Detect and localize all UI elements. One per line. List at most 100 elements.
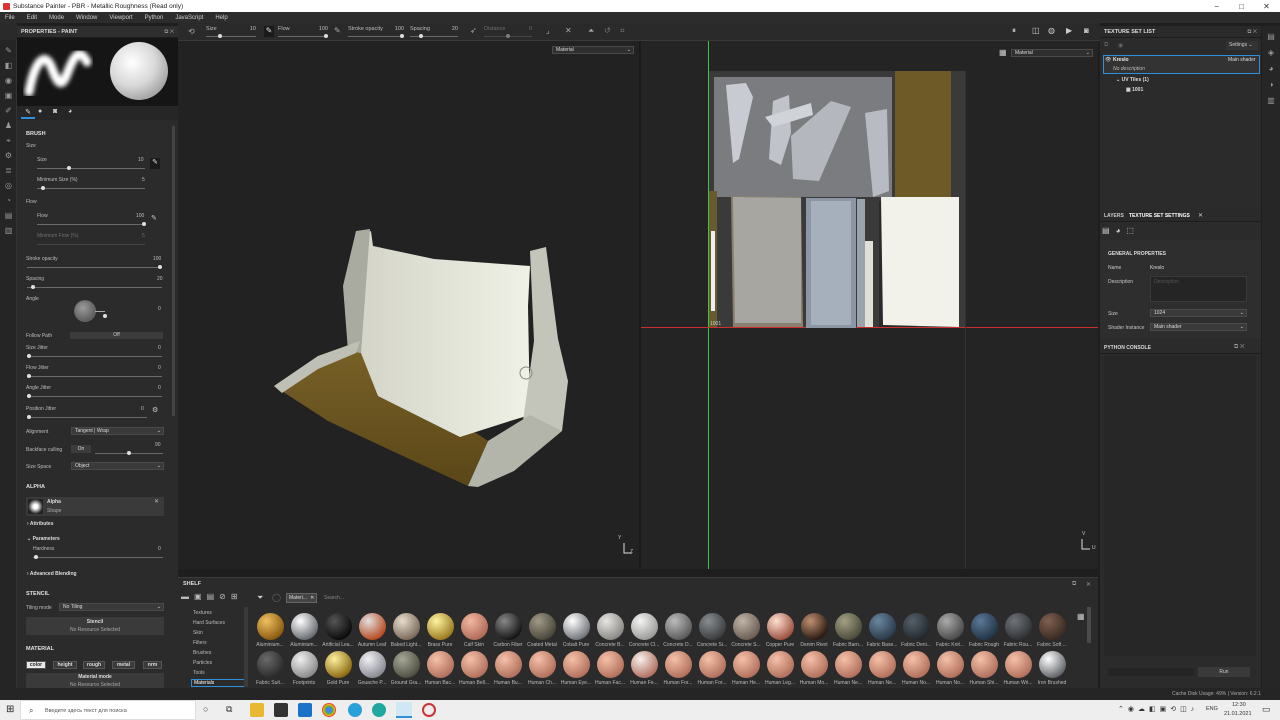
lazy-mouse-icon[interactable]: ➶ bbox=[470, 26, 477, 35]
store-icon[interactable] bbox=[274, 703, 288, 717]
pressure-size-icon[interactable]: ✎ bbox=[264, 26, 274, 37]
flow-pressure-icon[interactable]: ✎ bbox=[151, 214, 157, 222]
material-mode-slot[interactable]: Material mode No Resource Selected bbox=[26, 673, 164, 688]
close-button[interactable]: ✕ bbox=[1254, 0, 1279, 12]
material-thumbnail[interactable] bbox=[495, 651, 522, 678]
size-slider[interactable] bbox=[37, 168, 145, 169]
channel-rough-button[interactable]: rough bbox=[83, 661, 105, 669]
toolbar-flow-slider[interactable]: Flow 100 bbox=[278, 26, 328, 39]
description-field[interactable]: Description bbox=[1150, 276, 1247, 302]
visibility-icon[interactable]: ◉ bbox=[1118, 42, 1123, 49]
projection-tool-icon[interactable]: ◉ bbox=[4, 76, 13, 85]
stroke-opacity-slider[interactable] bbox=[27, 267, 162, 268]
pen-pressure-icon[interactable]: ✎ bbox=[150, 158, 160, 169]
minimize-button[interactable]: − bbox=[1204, 0, 1229, 12]
random-seed-icon[interactable]: ⚙ bbox=[152, 406, 158, 414]
backface-toggle[interactable]: On bbox=[71, 445, 91, 453]
menu-edit[interactable]: Edit bbox=[22, 15, 44, 21]
material-thumbnail[interactable] bbox=[291, 651, 318, 678]
view-mode-icon[interactable]: ◫ bbox=[1032, 26, 1040, 35]
material-thumbnail[interactable] bbox=[597, 613, 624, 640]
uv-tile-row[interactable]: ▦ 1001 bbox=[1126, 87, 1143, 93]
eye-icon[interactable]: 👁 bbox=[1105, 57, 1111, 63]
material-thumbnail[interactable] bbox=[869, 613, 896, 640]
backface-knob[interactable] bbox=[127, 451, 131, 455]
channel-nrm-button[interactable]: nrm bbox=[143, 661, 162, 669]
clock-time[interactable]: 12:30 bbox=[1232, 702, 1246, 708]
material-thumbnail[interactable] bbox=[427, 613, 454, 640]
material-thumbnail[interactable] bbox=[767, 651, 794, 678]
settings-icon[interactable]: ⚙ bbox=[4, 151, 13, 160]
material-thumbnail[interactable] bbox=[427, 651, 454, 678]
menu-python[interactable]: Python bbox=[140, 15, 171, 21]
smudge-tool-icon[interactable]: ✐ bbox=[4, 106, 13, 115]
material-thumbnail[interactable] bbox=[529, 651, 556, 678]
eraser-tool-icon[interactable]: ◧ bbox=[4, 61, 13, 70]
telegram-icon[interactable] bbox=[348, 703, 362, 717]
material-thumbnail[interactable] bbox=[325, 613, 352, 640]
pressure-flow-icon[interactable]: ✎ bbox=[334, 26, 341, 35]
task-view-icon[interactable]: ⧉ bbox=[226, 704, 232, 715]
hardness-knob[interactable] bbox=[34, 555, 38, 559]
mail-icon[interactable] bbox=[298, 703, 312, 717]
mesh-icon[interactable]: ⬚ bbox=[1126, 226, 1140, 235]
toolbar-size-slider[interactable]: Size 10 bbox=[206, 26, 256, 39]
attributes-toggle[interactable]: › Attributes bbox=[27, 521, 54, 527]
material-thumbnail[interactable] bbox=[529, 613, 556, 640]
stencil-tab-icon[interactable]: ◕ bbox=[68, 108, 72, 115]
texture-set-kreslo[interactable]: 👁 Kreslo Main shader No description bbox=[1103, 55, 1260, 74]
material-thumbnail[interactable] bbox=[563, 613, 590, 640]
material-thumbnail[interactable] bbox=[393, 613, 420, 640]
export-icon[interactable]: ▥ bbox=[4, 226, 13, 235]
spacing-slider[interactable] bbox=[27, 287, 162, 288]
viewport-3d[interactable]: Material ⌄ Y Z bbox=[178, 41, 639, 569]
display-icon[interactable]: ◕ bbox=[1266, 64, 1276, 74]
material-thumbnail[interactable] bbox=[393, 651, 420, 678]
menu-file[interactable]: File bbox=[0, 15, 22, 21]
uv-tiles-row[interactable]: ⌄ UV Tiles (1) bbox=[1116, 77, 1149, 83]
notifications-icon[interactable]: ▭ bbox=[1262, 704, 1271, 715]
flow-jitter-slider[interactable] bbox=[27, 376, 162, 377]
channel-metal-button[interactable]: metal bbox=[112, 661, 135, 669]
flow-slider[interactable] bbox=[37, 224, 145, 225]
mirror-x-icon[interactable]: ✕ bbox=[565, 26, 572, 35]
channel-height-button[interactable]: height bbox=[53, 661, 77, 669]
paint-tool-icon[interactable]: ✎ bbox=[4, 46, 13, 55]
material-thumbnail[interactable] bbox=[1039, 651, 1066, 678]
slider-knob[interactable] bbox=[218, 34, 222, 38]
material-thumbnail[interactable] bbox=[937, 613, 964, 640]
alpha-slot[interactable]: Alpha Shape ✕ bbox=[26, 497, 164, 516]
log-icon[interactable]: ▥ bbox=[1266, 96, 1276, 106]
system-tray-icons[interactable]: ⌃◉☁◧▣⟲◫♪ bbox=[1118, 705, 1198, 713]
toolbar-spacing-slider[interactable]: Spacing 20 bbox=[410, 26, 458, 39]
layers-icon[interactable]: ◈ bbox=[1266, 48, 1276, 58]
material-thumbnail[interactable] bbox=[1005, 651, 1032, 678]
material-thumbnail[interactable] bbox=[1005, 613, 1032, 640]
panel-controls-icon[interactable]: ⧉ ✕ bbox=[1234, 344, 1245, 351]
layers-panel-icon[interactable]: ≣ bbox=[4, 166, 13, 175]
material-thumbnail[interactable] bbox=[835, 651, 862, 678]
tab-close-icon[interactable]: ✕ bbox=[1198, 212, 1203, 219]
clone-tool-icon[interactable]: ♟ bbox=[4, 121, 13, 130]
angle-dial[interactable] bbox=[74, 300, 96, 322]
material-thumbnail[interactable] bbox=[937, 651, 964, 678]
menu-mode[interactable]: Mode bbox=[44, 15, 71, 21]
baking-icon[interactable]: ▤ bbox=[4, 211, 13, 220]
history-icon[interactable]: ◔ bbox=[4, 196, 13, 205]
material-thumbnail[interactable] bbox=[631, 613, 658, 640]
picker-tool-icon[interactable]: ⌖ bbox=[4, 136, 13, 145]
edge-icon[interactable] bbox=[372, 703, 386, 717]
angle-knob[interactable] bbox=[103, 314, 107, 318]
recording-app-icon[interactable] bbox=[422, 703, 436, 717]
slider-knob[interactable] bbox=[324, 34, 328, 38]
tiling-mode-dropdown[interactable]: No Tiling ⌄ bbox=[59, 603, 164, 611]
position-jitter-slider[interactable] bbox=[27, 417, 147, 418]
flow-slider-knob[interactable] bbox=[142, 222, 146, 226]
material-thumbnail[interactable] bbox=[699, 651, 726, 678]
symmetry-icon[interactable]: ⟲ bbox=[188, 27, 195, 36]
spacing-knob[interactable] bbox=[31, 285, 35, 289]
size-space-dropdown[interactable]: Object ⌄ bbox=[71, 462, 164, 470]
camera-icon[interactable]: ▶ bbox=[1066, 26, 1072, 35]
material-thumbnail[interactable] bbox=[291, 613, 318, 640]
material-thumbnail[interactable] bbox=[461, 651, 488, 678]
